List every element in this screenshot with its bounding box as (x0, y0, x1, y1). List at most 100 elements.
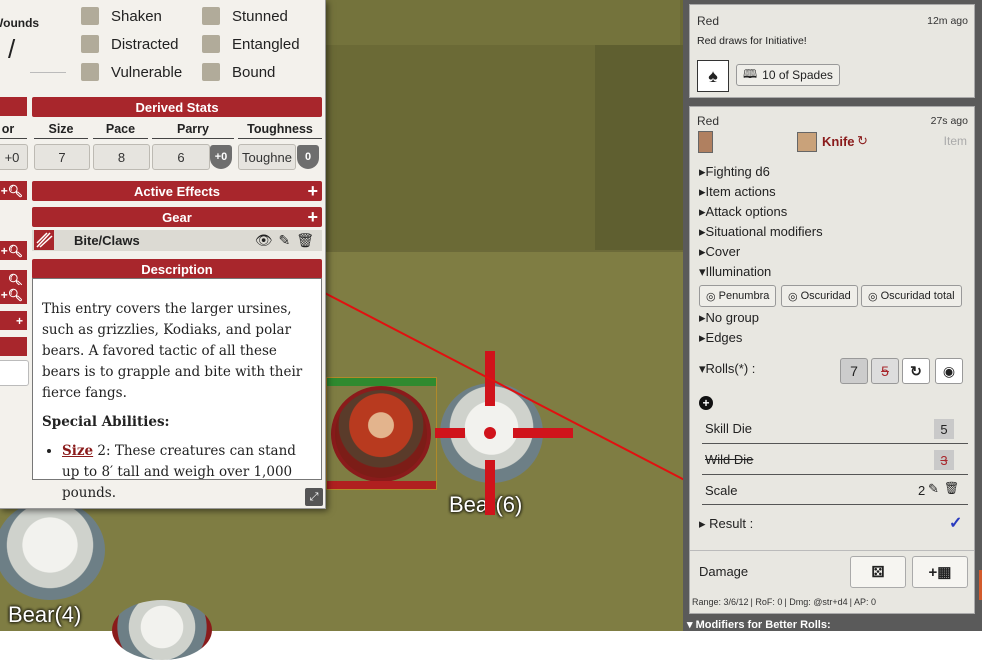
result-toggle[interactable]: ▸ Result : (699, 516, 753, 532)
left-add-search-bar-2: + 🔍︎ (0, 241, 27, 260)
gear-header: Gear + (32, 207, 322, 227)
size-value-input[interactable]: 7 (34, 144, 90, 170)
item-name[interactable]: Knife (822, 134, 855, 149)
tree-edges[interactable]: ▸Edges (699, 330, 742, 346)
add-effect-icon[interactable]: + (307, 181, 318, 202)
wounds-label: Wounds (0, 16, 40, 30)
add-icon[interactable]: + (1, 184, 8, 198)
search-icon[interactable]: 🔍︎ (8, 184, 23, 198)
stat-label-parry: Parry (177, 122, 209, 136)
toughness-value-input[interactable]: Toughne (238, 144, 296, 170)
gear-item-row[interactable]: Bite/Claws 👁︎ ✎ 🗑︎ (32, 230, 322, 251)
actor-avatar[interactable] (698, 131, 713, 153)
reroll-button-icon[interactable]: ↻ (902, 358, 930, 384)
gear-item-name: Bite/Claws (74, 233, 140, 248)
stat-value-partial[interactable]: +0 (0, 144, 28, 170)
message-time: 12m ago (927, 15, 968, 27)
modifiers-toggle[interactable]: ▾ Modifiers for Better Rolls: (683, 618, 982, 631)
parry-value-input[interactable]: 6 (152, 144, 210, 170)
gear-title: Gear (162, 209, 192, 225)
pace-value-input[interactable]: 8 (93, 144, 150, 170)
active-effects-header: Active Effects + (32, 181, 322, 201)
left-section-bar (0, 97, 27, 116)
search-icon[interactable]: 🔍︎ (8, 244, 23, 258)
weapon-stats-footer: Range: 3/6/12 | RoF: 0 | Dmg: @str+d4 | AP:… (692, 597, 877, 607)
checkmark-icon: ✓ (949, 515, 963, 532)
tree-no-group[interactable]: ▸No group (699, 310, 759, 326)
light-oscuridad-total-button[interactable]: ◎ Oscuridad total (861, 285, 962, 307)
stat-underline (238, 138, 322, 139)
condition-distracted[interactable]: Distracted (81, 35, 179, 53)
trash-icon[interactable]: 🗑︎ (944, 481, 959, 495)
wild-die-value: 3 (934, 450, 954, 470)
roll-result-2[interactable]: 5 (871, 358, 899, 384)
condition-shaken[interactable]: Shaken (81, 7, 162, 25)
row-divider (702, 504, 968, 505)
benny-icon[interactable]: ◉ (935, 358, 963, 384)
tree-attack-options[interactable]: ▸Attack options (699, 204, 787, 220)
checkbox[interactable] (81, 35, 99, 53)
stat-label-pace: Pace (105, 122, 136, 136)
checkbox[interactable] (81, 63, 99, 81)
ability-text: 2: These creatures can stand up to 8′ ta… (62, 443, 296, 501)
rolls-toggle[interactable]: ▾Rolls(*) : (699, 361, 755, 377)
add-modifier-icon[interactable]: + (699, 396, 713, 410)
tree-label: Attack options (705, 204, 788, 219)
light-label: Oscuridad total (880, 290, 955, 302)
toughness-armor-shield-icon[interactable]: 0 (297, 145, 319, 169)
trash-icon[interactable]: 🗑︎ (296, 232, 314, 249)
tree-cover[interactable]: ▸Cover (699, 244, 740, 260)
edit-icon[interactable]: ✎ (928, 481, 939, 497)
parry-mod-shield-icon[interactable]: +0 (210, 145, 232, 169)
left-field[interactable] (0, 360, 29, 386)
condition-entangled[interactable]: Entangled (202, 35, 300, 53)
wounds-divider (30, 72, 66, 73)
tree-situational[interactable]: ▸Situational modifiers (699, 224, 823, 240)
target-icon: ◎ (706, 290, 716, 303)
tree-label: Illumination (705, 264, 772, 279)
add-icon[interactable]: + (1, 288, 8, 302)
modifiers-label: Modifiers for Better Rolls: (695, 619, 831, 631)
condition-stunned[interactable]: Stunned (202, 7, 288, 25)
range-text: Range: 3/6/12 (692, 597, 749, 607)
wounds-value[interactable]: / (8, 34, 15, 65)
light-oscuridad-button[interactable]: ◎ Oscuridad (781, 285, 858, 307)
condition-label: Vulnerable (111, 63, 183, 81)
edit-icon[interactable]: ✎ (278, 232, 290, 249)
skill-die-label: Skill Die (705, 421, 752, 436)
size-link[interactable]: Size (62, 443, 93, 459)
tree-fighting[interactable]: ▸Fighting d6 (699, 164, 770, 180)
roll-damage-dice-button[interactable]: ⚄ (850, 556, 906, 588)
checkbox[interactable] (202, 35, 220, 53)
checkbox[interactable] (81, 7, 99, 25)
search-icon[interactable]: 🔍︎ (8, 288, 23, 302)
tree-illumination[interactable]: ▾Illumination (699, 264, 771, 280)
skill-die-value: 5 (934, 419, 954, 439)
condition-vulnerable[interactable]: Vulnerable (81, 63, 182, 81)
checkbox[interactable] (202, 63, 220, 81)
row-divider (702, 443, 968, 444)
light-penumbra-button[interactable]: ◎ Penumbra (699, 285, 777, 307)
condition-label: Bound (232, 63, 276, 81)
condition-label: Distracted (111, 35, 179, 53)
resize-handle-icon[interactable]: ⤢ (305, 488, 323, 506)
add-gear-icon[interactable]: + (307, 207, 318, 228)
tree-label: Fighting d6 (705, 164, 770, 179)
target-icon: ◎ (788, 290, 798, 303)
roll-result-1[interactable]: 7 (840, 358, 868, 384)
knife-icon (797, 132, 817, 152)
add-icon[interactable]: + (1, 244, 8, 258)
add-icon[interactable]: + (16, 314, 23, 328)
section-divider (690, 550, 974, 551)
checkbox[interactable] (202, 7, 220, 25)
tree-item-actions[interactable]: ▸Item actions (699, 184, 776, 200)
book-icon: 🕮︎ (743, 66, 758, 81)
derived-stats-header: Derived Stats (32, 97, 322, 117)
message-time: 27s ago (930, 115, 968, 127)
spade-card-icon[interactable]: ♠ (697, 60, 729, 92)
reroll-icon[interactable]: ↻ (857, 133, 868, 149)
eye-icon[interactable]: 👁︎ (255, 232, 273, 249)
add-damage-button[interactable]: +▦ (912, 556, 968, 588)
card-pill[interactable]: 🕮︎ 10 of Spades (736, 64, 840, 86)
condition-bound[interactable]: Bound (202, 63, 275, 81)
